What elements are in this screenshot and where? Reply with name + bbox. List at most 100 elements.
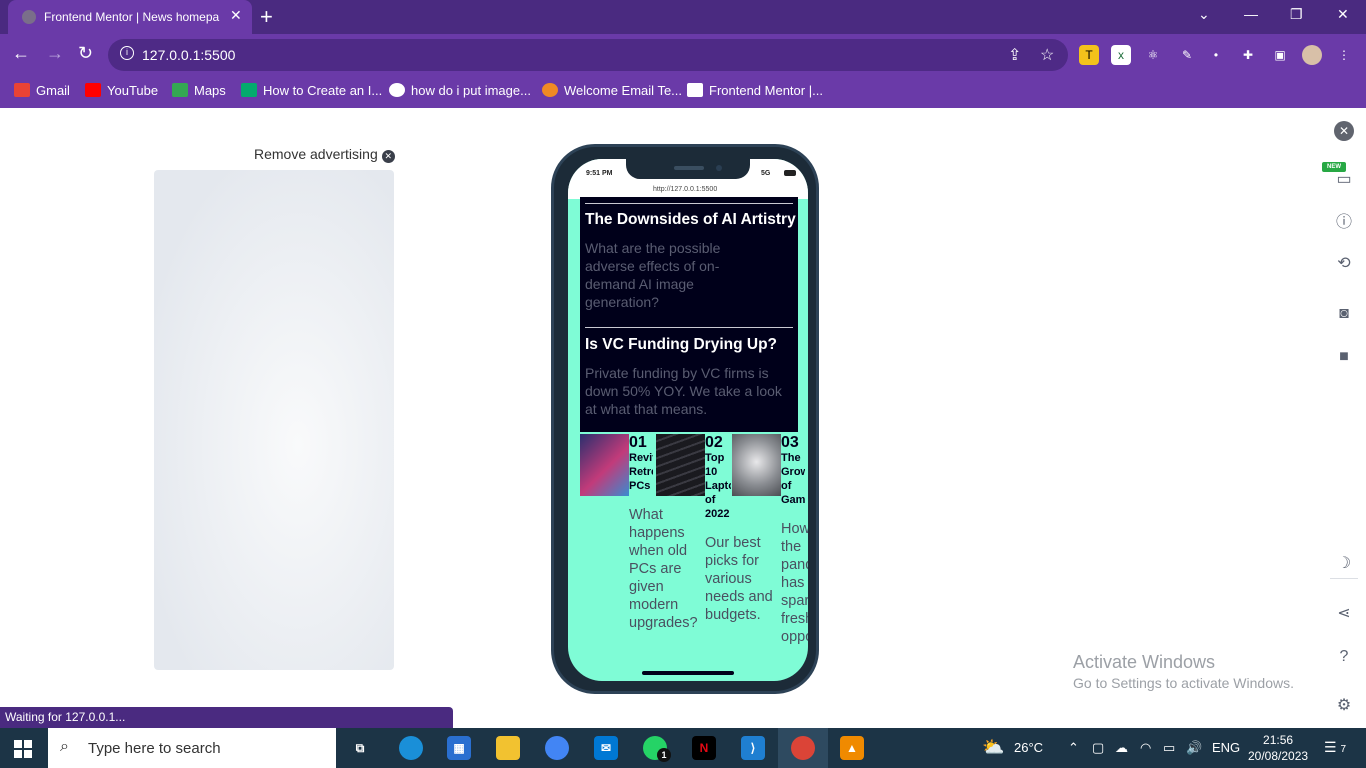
phone-frame: 9:51 PM 5G http://127.0.0.1:5500 The Dow… <box>551 144 819 694</box>
ad-placeholder <box>154 170 394 670</box>
phone-status-bar: 9:51 PM 5G http://127.0.0.1:5500 <box>568 159 808 199</box>
watermark-line2: Go to Settings to activate Windows. <box>1073 675 1294 691</box>
bookmark-google-search[interactable]: how do i put image... <box>389 83 531 98</box>
vlc-icon[interactable]: ▲ <box>840 736 864 760</box>
info-icon[interactable]: ⓘ <box>1334 213 1354 233</box>
bookmark-youtube[interactable]: YouTube <box>85 83 158 98</box>
chrome-menu-icon[interactable]: ⋮ <box>1334 45 1354 65</box>
settings-gear-icon[interactable]: ⚙ <box>1334 696 1354 716</box>
help-icon[interactable]: ? <box>1334 647 1354 667</box>
notification-center-icon[interactable]: ☰ 7 <box>1324 739 1346 756</box>
mail-icon[interactable]: ✉ <box>594 736 618 760</box>
close-ad-icon[interactable]: ✕ <box>381 150 395 163</box>
tab-search-icon[interactable]: ⌄ <box>1198 6 1210 23</box>
vscode-icon[interactable]: ⟩ <box>741 736 765 760</box>
restore-button[interactable]: ❐ <box>1290 6 1303 23</box>
new-item-title[interactable]: Is VC Funding Drying Up? <box>585 336 777 354</box>
minimize-button[interactable]: — <box>1244 6 1258 22</box>
video-icon[interactable]: ■ <box>1334 347 1354 367</box>
extensions-puzzle-icon[interactable]: ✚ <box>1238 45 1258 65</box>
page-content: Remove advertising ✕ 9:51 PM 5G http://12… <box>0 108 1366 728</box>
task-view-icon[interactable]: ⧉ <box>348 736 372 760</box>
gmail-icon <box>14 83 30 97</box>
start-button[interactable] <box>14 740 32 758</box>
file-explorer-icon[interactable] <box>496 736 520 760</box>
article-title[interactable]: Reviving Retro PCs <box>629 451 653 507</box>
profile-avatar[interactable] <box>1302 45 1322 65</box>
bookmarks-bar: Gmail YouTube Maps How to Create an I...… <box>0 76 1366 108</box>
battery-tray-icon[interactable]: ▭ <box>1163 740 1175 756</box>
camera-icon[interactable]: ◙ <box>1334 304 1354 324</box>
meet-icon[interactable]: ▢ <box>1092 740 1104 756</box>
extension-excel-icon[interactable]: x <box>1111 45 1131 65</box>
side-panel-icon[interactable]: ▣ <box>1270 45 1290 65</box>
rotate-icon[interactable]: ⟲ <box>1334 254 1354 274</box>
tab-bar: Frontend Mentor | News homepa ✕ + ⌄ — ❐ … <box>0 0 1366 34</box>
windows-logo-pane <box>14 750 22 758</box>
bookmark-frontend-mentor[interactable]: Frontend Mentor |... <box>687 83 823 98</box>
article-number: 01 <box>629 434 647 451</box>
show-hidden-icons[interactable]: ⌃ <box>1068 740 1079 756</box>
chrome-profile-icon[interactable] <box>791 736 815 760</box>
top-articles: 01 Reviving Retro PCs What happens when … <box>580 434 808 681</box>
top-article-01[interactable]: 01 Reviving Retro PCs What happens when … <box>580 434 698 681</box>
bookmark-gmail[interactable]: Gmail <box>14 83 70 98</box>
close-viewer-icon[interactable]: ✕ <box>1334 121 1354 141</box>
new-item-title[interactable]: The Downsides of AI Artistry <box>585 211 796 229</box>
store-icon[interactable]: ▦ <box>447 736 471 760</box>
phone-screen: 9:51 PM 5G http://127.0.0.1:5500 The Dow… <box>568 159 808 681</box>
phone-time: 9:51 PM <box>586 170 613 177</box>
close-window-button[interactable]: ✕ <box>1337 6 1349 23</box>
wifi-icon[interactable]: ◠ <box>1140 740 1151 756</box>
browser-tab[interactable]: Frontend Mentor | News homepa ✕ <box>8 0 252 34</box>
bookmark-star-icon[interactable]: ☆ <box>1040 45 1054 65</box>
devices-icon[interactable]: ▭ <box>1334 170 1354 190</box>
taskbar-clock[interactable]: 21:56 20/08/2023 <box>1248 732 1308 764</box>
language-indicator[interactable]: ENG <box>1212 740 1240 755</box>
edge-icon[interactable] <box>399 736 423 760</box>
share-icon[interactable]: ⇪ <box>1008 45 1021 65</box>
speaker-grille <box>674 166 704 170</box>
new-tab-button[interactable]: + <box>260 4 273 30</box>
bookmark-w3schools[interactable]: How to Create an I... <box>241 83 382 98</box>
whatsapp-icon[interactable]: 1 <box>643 736 671 762</box>
remove-advertising-label: Remove advertising <box>254 146 378 162</box>
dark-mode-icon[interactable]: ☽ <box>1334 554 1354 574</box>
windows-logo-icon <box>14 740 22 748</box>
article-number: 02 <box>705 434 723 451</box>
volume-icon[interactable]: 🔊 <box>1186 740 1202 756</box>
extension-eyedropper-icon[interactable]: ✎ <box>1177 45 1197 65</box>
extension-t-icon[interactable]: T <box>1079 45 1099 65</box>
taskbar-search-box[interactable]: ⌕ Type here to search <box>48 728 336 768</box>
share-viewer-icon[interactable]: ⋖ <box>1334 604 1354 624</box>
top-article-02[interactable]: 02 Top 10 Laptops of 2022 Our best picks… <box>656 434 773 681</box>
onedrive-icon[interactable]: ☁ <box>1115 740 1128 756</box>
tab-close-icon[interactable]: ✕ <box>230 7 242 24</box>
bookmark-welcome-email[interactable]: Welcome Email Te... <box>542 83 682 98</box>
divider <box>585 327 793 328</box>
bookmark-maps[interactable]: Maps <box>172 83 226 98</box>
article-title[interactable]: The Growth of Gaming <box>781 451 805 507</box>
front-camera <box>716 165 722 171</box>
gaming-controller-image <box>732 434 781 496</box>
retro-pc-image <box>580 434 629 496</box>
battery-icon <box>784 170 796 176</box>
top-article-03[interactable]: 03 The Growth of Gaming How the pandemic… <box>732 434 808 681</box>
weather-icon[interactable]: ⛅ <box>982 737 1004 758</box>
search-placeholder: Type here to search <box>88 740 221 757</box>
chrome-icon[interactable] <box>545 736 569 760</box>
article-number: 03 <box>781 434 799 451</box>
article-title[interactable]: Top 10 Laptops of 2022 <box>705 451 731 537</box>
netflix-icon[interactable]: N <box>692 736 716 760</box>
reload-button[interactable]: ↻ <box>78 43 93 64</box>
youtube-icon <box>85 83 101 97</box>
site-info-icon[interactable]: i <box>120 46 134 60</box>
extension-dot-icon[interactable]: • <box>1206 45 1226 65</box>
forward-button[interactable]: → <box>46 43 64 64</box>
phone-url: http://127.0.0.1:5500 <box>653 186 718 193</box>
remove-advertising-link[interactable]: Remove advertising ✕ <box>254 146 395 163</box>
back-button[interactable]: ← <box>12 43 30 64</box>
extension-react-icon[interactable]: ⚛ <box>1143 45 1163 65</box>
address-bar[interactable]: i 127.0.0.1:5500 ⇪ ☆ <box>108 39 1068 71</box>
temperature[interactable]: 26°C <box>1014 740 1043 755</box>
